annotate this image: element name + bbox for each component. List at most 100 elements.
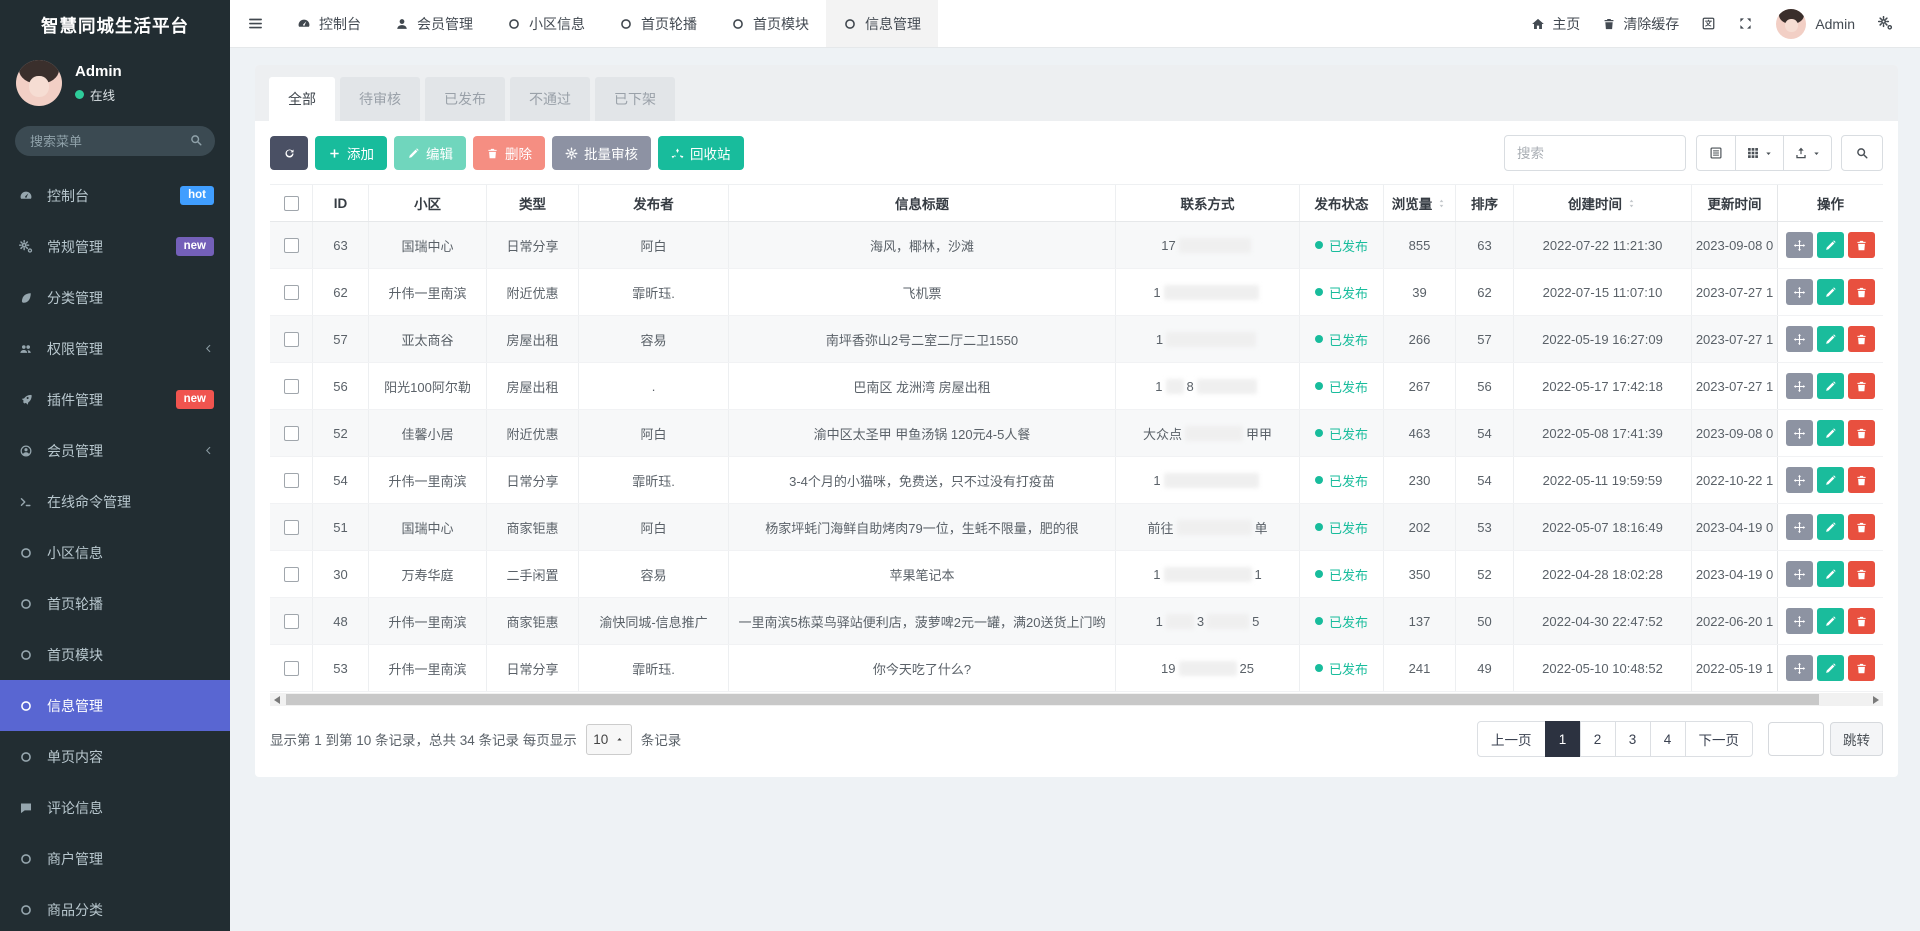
export-button[interactable] [1783, 135, 1832, 171]
columns-button[interactable] [1735, 135, 1784, 171]
move-button[interactable] [1786, 561, 1813, 587]
next-page-button[interactable]: 下一页 [1685, 721, 1754, 757]
filter-tab-1[interactable]: 全部 [269, 77, 335, 121]
scroll-right-arrow[interactable] [1873, 696, 1879, 704]
hamburger-icon[interactable] [230, 0, 280, 47]
sidebar-search-input[interactable] [15, 126, 215, 156]
scroll-left-arrow[interactable] [274, 696, 280, 704]
edit-button[interactable] [1817, 279, 1844, 305]
delete-button[interactable] [1848, 655, 1875, 681]
fullscreen-button[interactable] [1727, 0, 1764, 47]
search-button[interactable] [1841, 135, 1883, 171]
move-button[interactable] [1786, 608, 1813, 634]
edit-button[interactable] [1817, 608, 1844, 634]
sidebar-item-1[interactable]: 控制台hot [0, 170, 230, 221]
delete-button[interactable]: 删除 [473, 136, 545, 170]
jump-page-input[interactable] [1768, 722, 1824, 756]
sidebar-item-10[interactable]: 首页模块 [0, 629, 230, 680]
row-checkbox[interactable] [284, 661, 299, 676]
delete-button[interactable] [1848, 420, 1875, 446]
move-button[interactable] [1786, 467, 1813, 493]
move-button[interactable] [1786, 373, 1813, 399]
sidebar-item-8[interactable]: 小区信息 [0, 527, 230, 578]
sidebar-item-15[interactable]: 商品分类 [0, 884, 230, 931]
edit-button[interactable] [1817, 514, 1844, 540]
scrollbar-thumb[interactable] [286, 694, 1819, 705]
page-button-2[interactable]: 2 [1580, 721, 1616, 757]
edit-button[interactable] [1817, 326, 1844, 352]
edit-button[interactable] [1817, 655, 1844, 681]
move-button[interactable] [1786, 232, 1813, 258]
delete-button[interactable] [1848, 514, 1875, 540]
row-checkbox[interactable] [284, 379, 299, 394]
edit-button[interactable] [1817, 561, 1844, 587]
refresh-button[interactable] [270, 136, 308, 170]
row-checkbox[interactable] [284, 285, 299, 300]
navbar-tab-2[interactable]: 会员管理 [378, 0, 490, 47]
delete-button[interactable] [1848, 232, 1875, 258]
move-button[interactable] [1786, 514, 1813, 540]
row-checkbox[interactable] [284, 332, 299, 347]
sidebar-item-4[interactable]: 权限管理 [0, 323, 230, 374]
sidebar-item-11[interactable]: 信息管理 [0, 680, 230, 731]
batch-audit-button[interactable]: 批量审核 [552, 136, 651, 170]
edit-button[interactable] [1817, 373, 1844, 399]
language-button[interactable] [1690, 0, 1727, 47]
navbar-user-name[interactable]: Admin [1815, 16, 1855, 32]
filter-tab-3[interactable]: 已发布 [425, 77, 505, 121]
edit-button[interactable]: 编辑 [394, 136, 466, 170]
sidebar-item-13[interactable]: 评论信息 [0, 782, 230, 833]
chevron-left-icon [203, 343, 214, 354]
move-button[interactable] [1786, 655, 1813, 681]
delete-button[interactable] [1848, 467, 1875, 493]
page-size-select[interactable]: 10 [586, 724, 632, 755]
filter-tab-5[interactable]: 已下架 [595, 77, 675, 121]
sidebar-item-7[interactable]: 在线命令管理 [0, 476, 230, 527]
table-search-input[interactable] [1504, 135, 1686, 171]
home-link[interactable]: 主页 [1520, 0, 1591, 47]
clear-cache-link[interactable]: 清除缓存 [1591, 0, 1690, 47]
edit-button[interactable] [1817, 467, 1844, 493]
row-checkbox[interactable] [284, 426, 299, 441]
delete-button[interactable] [1848, 279, 1875, 305]
filter-tab-4[interactable]: 不通过 [510, 77, 590, 121]
delete-button[interactable] [1848, 373, 1875, 399]
sidebar-item-3[interactable]: 分类管理 [0, 272, 230, 323]
row-checkbox[interactable] [284, 520, 299, 535]
sidebar-item-12[interactable]: 单页内容 [0, 731, 230, 782]
sidebar-item-14[interactable]: 商户管理 [0, 833, 230, 884]
recycle-bin-button[interactable]: 回收站 [658, 136, 744, 170]
detail-view-button[interactable] [1696, 135, 1736, 171]
move-button[interactable] [1786, 279, 1813, 305]
page-button-1[interactable]: 1 [1545, 721, 1581, 757]
row-checkbox[interactable] [284, 567, 299, 582]
delete-button[interactable] [1848, 608, 1875, 634]
sidebar-item-6[interactable]: 会员管理 [0, 425, 230, 476]
navbar-tab-4[interactable]: 首页轮播 [602, 0, 714, 47]
row-checkbox[interactable] [284, 238, 299, 253]
sidebar-item-5[interactable]: 插件管理new [0, 374, 230, 425]
navbar-tab-3[interactable]: 小区信息 [490, 0, 602, 47]
page-button-3[interactable]: 3 [1615, 721, 1651, 757]
navbar-tab-1[interactable]: 控制台 [280, 0, 378, 47]
edit-button[interactable] [1817, 420, 1844, 446]
select-all-checkbox[interactable] [284, 196, 299, 211]
navbar-avatar[interactable] [1776, 9, 1806, 39]
row-checkbox[interactable] [284, 473, 299, 488]
delete-button[interactable] [1848, 561, 1875, 587]
move-button[interactable] [1786, 420, 1813, 446]
navbar-tab-5[interactable]: 首页模块 [714, 0, 826, 47]
navbar-tab-6[interactable]: 信息管理 [826, 0, 938, 47]
row-checkbox[interactable] [284, 614, 299, 629]
edit-button[interactable] [1817, 232, 1844, 258]
move-button[interactable] [1786, 326, 1813, 352]
sidebar-item-9[interactable]: 首页轮播 [0, 578, 230, 629]
jump-button[interactable]: 跳转 [1830, 722, 1883, 756]
page-button-4[interactable]: 4 [1650, 721, 1686, 757]
settings-button[interactable] [1867, 0, 1904, 47]
prev-page-button[interactable]: 上一页 [1477, 721, 1546, 757]
filter-tab-2[interactable]: 待审核 [340, 77, 420, 121]
delete-button[interactable] [1848, 326, 1875, 352]
add-button[interactable]: 添加 [315, 136, 387, 170]
sidebar-item-2[interactable]: 常规管理new [0, 221, 230, 272]
